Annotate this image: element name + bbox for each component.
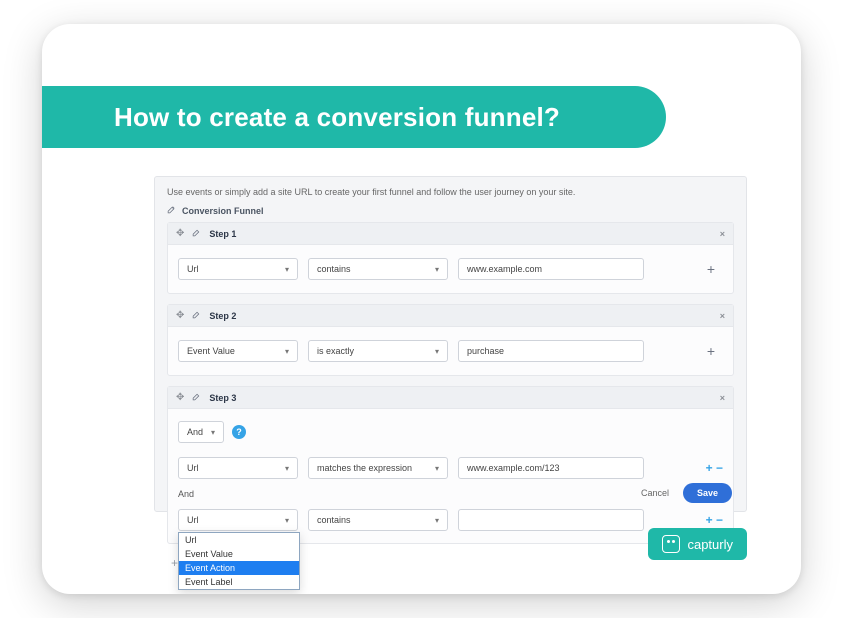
chevron-down-icon: ▾: [285, 347, 289, 356]
chevron-down-icon: ▾: [285, 464, 289, 473]
chevron-down-icon: ▾: [285, 265, 289, 274]
add-condition-button[interactable]: +: [699, 339, 723, 363]
value-input[interactable]: [458, 509, 644, 531]
step-header: ✥ Step 1 ×: [168, 223, 733, 245]
operator-value: contains: [317, 515, 351, 525]
value-text: purchase: [467, 346, 504, 356]
step-1: ✥ Step 1 × Url ▾ contains ▾ www.example.…: [167, 222, 734, 294]
field-type-select-open[interactable]: Url ▾ Url Event Value Event Action Event…: [178, 509, 298, 531]
funnel-name-row: Conversion Funnel: [167, 205, 734, 216]
add-condition-button[interactable]: +: [699, 257, 723, 281]
field-type-select[interactable]: Url ▾: [178, 258, 298, 280]
edit-icon[interactable]: [167, 205, 176, 216]
chevron-down-icon: ▾: [435, 265, 439, 274]
remove-step-icon[interactable]: ×: [720, 311, 725, 321]
value-input[interactable]: purchase: [458, 340, 644, 362]
dropdown-option[interactable]: Url: [179, 533, 299, 547]
step-label[interactable]: Step 2: [209, 311, 236, 321]
edit-step-icon[interactable]: [192, 392, 201, 403]
step-header: ✥ Step 2 ×: [168, 305, 733, 327]
funnel-panel: Use events or simply add a site URL to c…: [154, 176, 747, 512]
chevron-down-icon: ▾: [435, 347, 439, 356]
remove-step-icon[interactable]: ×: [720, 393, 725, 403]
move-icon[interactable]: ✥: [176, 228, 184, 239]
card: How to create a conversion funnel? Use e…: [42, 24, 801, 594]
step-label[interactable]: Step 3: [209, 393, 236, 403]
field-type-select[interactable]: Url ▾: [178, 457, 298, 479]
move-icon[interactable]: ✥: [176, 392, 184, 403]
dropdown-option-selected[interactable]: Event Action: [179, 561, 299, 575]
field-type-value: Event Value: [187, 346, 235, 356]
logic-value: And: [187, 427, 203, 437]
operator-select[interactable]: contains ▾: [308, 258, 448, 280]
field-type-value: Url: [187, 515, 199, 525]
chevron-down-icon: ▾: [285, 516, 289, 525]
intro-text: Use events or simply add a site URL to c…: [167, 187, 734, 197]
operator-value: is exactly: [317, 346, 354, 356]
add-remove-buttons[interactable]: + −: [706, 461, 723, 475]
help-icon[interactable]: ?: [232, 425, 246, 439]
add-remove-buttons[interactable]: + −: [706, 513, 723, 527]
dropdown-option[interactable]: Event Value: [179, 547, 299, 561]
value-text: www.example.com: [467, 264, 542, 274]
chevron-down-icon: ▾: [435, 464, 439, 473]
brand-name: capturly: [687, 537, 733, 552]
field-type-dropdown: Url Event Value Event Action Event Label: [178, 532, 300, 590]
chevron-down-icon: ▾: [435, 516, 439, 525]
step-2: ✥ Step 2 × Event Value ▾ is exactly ▾ pu…: [167, 304, 734, 376]
remove-step-icon[interactable]: ×: [720, 229, 725, 239]
step-header: ✥ Step 3 ×: [168, 387, 733, 409]
field-type-value: Url: [187, 463, 199, 473]
step-3: ✥ Step 3 × And ▾ ? Url: [167, 386, 734, 544]
save-button[interactable]: Save: [683, 483, 732, 503]
operator-value: matches the expression: [317, 463, 412, 473]
title-banner: How to create a conversion funnel?: [42, 86, 666, 148]
logic-select[interactable]: And ▾: [178, 421, 224, 443]
value-text: www.example.com/123: [467, 463, 560, 473]
page-title: How to create a conversion funnel?: [114, 102, 560, 133]
field-type-select[interactable]: Event Value ▾: [178, 340, 298, 362]
operator-select[interactable]: matches the expression ▾: [308, 457, 448, 479]
move-icon[interactable]: ✥: [176, 310, 184, 321]
value-input[interactable]: www.example.com: [458, 258, 644, 280]
funnel-name[interactable]: Conversion Funnel: [182, 206, 264, 216]
dropdown-option[interactable]: Event Label: [179, 575, 299, 589]
step-label[interactable]: Step 1: [209, 229, 236, 239]
edit-step-icon[interactable]: [192, 310, 201, 321]
value-input[interactable]: www.example.com/123: [458, 457, 644, 479]
edit-step-icon[interactable]: [192, 228, 201, 239]
brand-icon: [662, 535, 680, 553]
cancel-button[interactable]: Cancel: [641, 488, 669, 498]
operator-select[interactable]: is exactly ▾: [308, 340, 448, 362]
operator-value: contains: [317, 264, 351, 274]
brand-badge[interactable]: capturly: [648, 528, 747, 560]
form-actions: Cancel Save: [641, 483, 732, 503]
operator-select[interactable]: contains ▾: [308, 509, 448, 531]
field-type-value: Url: [187, 264, 199, 274]
chevron-down-icon: ▾: [211, 428, 215, 437]
